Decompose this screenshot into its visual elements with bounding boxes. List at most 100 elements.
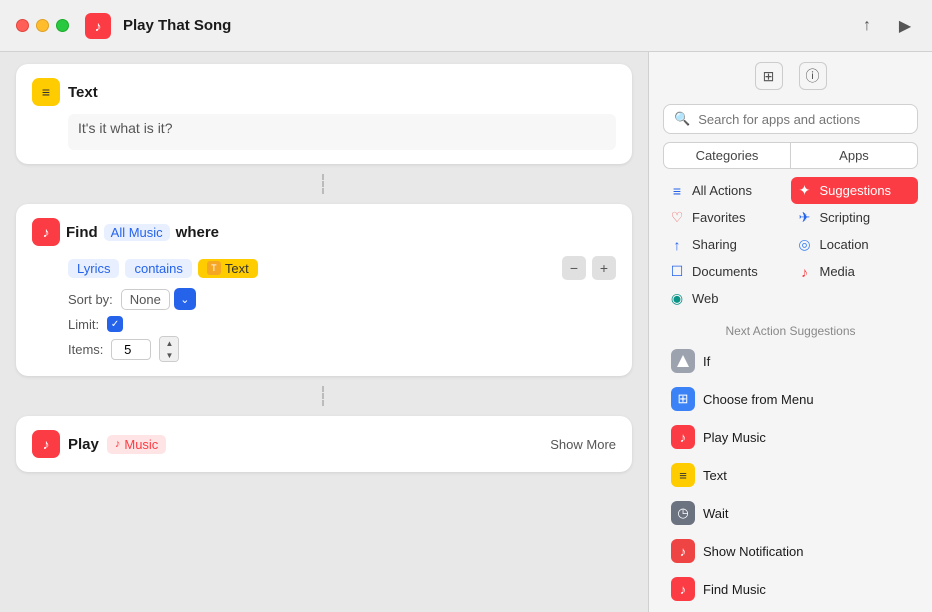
workflow-panel: ≡ Text It's it what is it? ♪ Find All Mu… (0, 52, 648, 612)
filter-lyrics[interactable]: Lyrics (68, 259, 119, 278)
limit-row: Limit: ✓ (68, 316, 616, 332)
text-input-area[interactable]: It's it what is it? (68, 114, 616, 150)
remove-filter-button[interactable]: − (562, 256, 586, 280)
search-input-wrap: 🔍 (663, 104, 918, 134)
text-card-header: ≡ Text (32, 78, 616, 106)
stepper-up[interactable]: ▲ (160, 337, 178, 349)
documents-label: Documents (692, 264, 758, 279)
scripting-icon: ✈ (797, 209, 813, 226)
suggestion-wait-label: Wait (703, 506, 729, 521)
sharing-icon: ↑ (669, 237, 685, 253)
add-filter-button[interactable]: + (592, 256, 616, 280)
media-icon: ♪ (797, 264, 813, 280)
tab-apps[interactable]: Apps (791, 142, 918, 169)
text-card-icon: ≡ (32, 78, 60, 106)
filter-text-tag[interactable]: T Text (198, 259, 258, 278)
music-tag-label: Music (124, 437, 158, 452)
suggestions-title: Next Action Suggestions (663, 318, 918, 342)
limit-checkbox[interactable]: ✓ (107, 316, 123, 332)
all-actions-icon: ≡ (669, 183, 685, 199)
suggestion-play-music-label: Play Music (703, 430, 766, 445)
play-header: ♪ Play ♪ Music Show More (32, 430, 616, 458)
location-label: Location (820, 237, 869, 252)
sort-select-wrap[interactable]: None ⌄ (121, 288, 196, 310)
documents-icon: ☐ (669, 263, 685, 280)
cat-scripting[interactable]: ✈ Scripting (791, 204, 919, 231)
sort-row: Sort by: None ⌄ (68, 288, 616, 310)
info-button[interactable]: ⓘ (799, 62, 827, 90)
suggestions-label: Suggestions (820, 183, 892, 198)
suggestion-text[interactable]: ≡ Text (663, 456, 918, 494)
text-icon: T (207, 261, 221, 275)
items-label: Items: (68, 342, 103, 357)
separator-dot (322, 174, 326, 194)
find-card: ♪ Find All Music where Lyrics contains T… (16, 204, 632, 376)
suggestions-icon: ✦ (797, 182, 813, 199)
text-card: ≡ Text It's it what is it? (16, 64, 632, 164)
music-tag-icon: ♪ (115, 438, 121, 450)
share-button[interactable]: ↑ (856, 15, 878, 37)
filter-contains[interactable]: contains (125, 259, 191, 278)
right-panel: ⊞ ⓘ 🔍 Categories Apps ≡ All Actions ✦ Su… (648, 52, 932, 612)
favorites-icon: ♡ (669, 209, 685, 226)
play-button[interactable]: ▶ (894, 15, 916, 37)
stepper-down[interactable]: ▼ (160, 349, 178, 361)
cat-favorites[interactable]: ♡ Favorites (663, 204, 791, 231)
choose-menu-icon: ⊞ (671, 387, 695, 411)
titlebar-actions: ↑ ▶ (856, 15, 916, 37)
app-icon: ♪ (85, 13, 111, 39)
find-card-icon: ♪ (32, 218, 60, 246)
traffic-lights (16, 19, 69, 32)
stepper: ▲ ▼ (159, 336, 179, 362)
media-label: Media (820, 264, 855, 279)
web-label: Web (692, 291, 719, 306)
separator-1 (16, 172, 632, 196)
find-music-tag[interactable]: All Music (104, 224, 170, 241)
window-title: Play That Song (123, 17, 848, 34)
play-card: ♪ Play ♪ Music Show More (16, 416, 632, 472)
sharing-label: Sharing (692, 237, 737, 252)
all-actions-label: All Actions (692, 183, 752, 198)
suggestion-if[interactable]: If (663, 342, 918, 380)
sort-dropdown-arrow[interactable]: ⌄ (174, 288, 196, 310)
search-bar: 🔍 (649, 94, 932, 142)
location-icon: ◎ (797, 236, 813, 253)
suggestion-play-music[interactable]: ♪ Play Music (663, 418, 918, 456)
cat-suggestions[interactable]: ✦ Suggestions (791, 177, 919, 204)
search-input[interactable] (698, 112, 907, 127)
notification-icon: ♪ (671, 539, 695, 563)
right-toolbar: ⊞ ⓘ (649, 52, 932, 94)
suggestion-text-label: Text (703, 468, 727, 483)
show-more-button[interactable]: Show More (550, 437, 616, 452)
suggestion-find-music[interactable]: ♪ Find Music (663, 570, 918, 608)
play-music-tag[interactable]: ♪ Music (107, 435, 166, 454)
cat-location[interactable]: ◎ Location (791, 231, 919, 258)
suggestion-select-music[interactable]: ♪ Select Music (663, 608, 918, 612)
cat-sharing[interactable]: ↑ Sharing (663, 231, 791, 258)
cat-web[interactable]: ◉ Web (663, 285, 791, 312)
filter-row: Lyrics contains T Text − + (68, 256, 616, 280)
cat-all-actions[interactable]: ≡ All Actions (663, 177, 791, 204)
play-card-icon: ♪ (32, 430, 60, 458)
suggestions-section: Next Action Suggestions If ⊞ Choose from… (649, 318, 932, 612)
close-button[interactable] (16, 19, 29, 32)
play-music-icon: ♪ (671, 425, 695, 449)
items-input[interactable] (111, 339, 151, 360)
filter-actions: − + (562, 256, 616, 280)
tab-categories[interactable]: Categories (663, 142, 791, 169)
separator-dot-2 (322, 386, 326, 406)
suggestion-choose-menu[interactable]: ⊞ Choose from Menu (663, 380, 918, 418)
library-button[interactable]: ⊞ (755, 62, 783, 90)
titlebar: ♪ Play That Song ↑ ▶ (0, 0, 932, 52)
where-label: where (176, 224, 219, 241)
cat-documents[interactable]: ☐ Documents (663, 258, 791, 285)
suggestion-show-notification[interactable]: ♪ Show Notification (663, 532, 918, 570)
suggestion-wait[interactable]: ◷ Wait (663, 494, 918, 532)
text-card-title: Text (68, 84, 98, 101)
minimize-button[interactable] (36, 19, 49, 32)
maximize-button[interactable] (56, 19, 69, 32)
wait-icon: ◷ (671, 501, 695, 525)
separator-2 (16, 384, 632, 408)
sort-value: None (121, 289, 170, 310)
cat-media[interactable]: ♪ Media (791, 258, 919, 285)
